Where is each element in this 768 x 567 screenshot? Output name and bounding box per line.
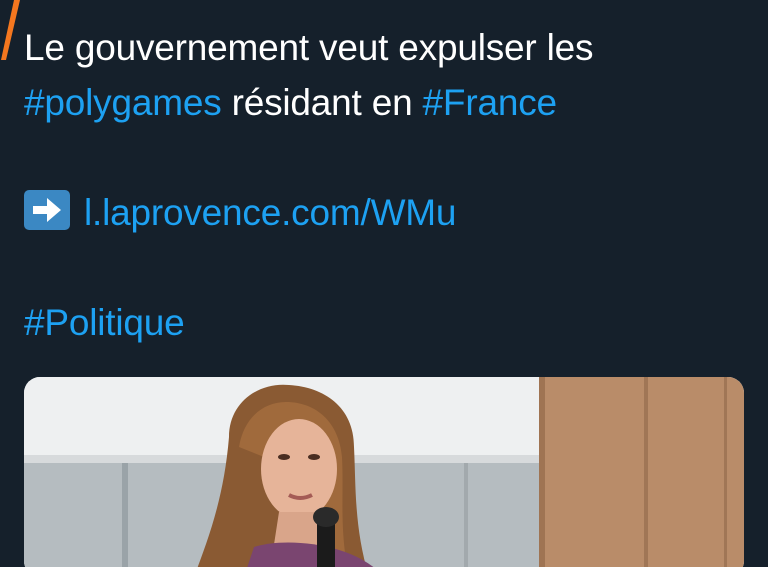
tweet-link-line: l.laprovence.com/WMu [24, 185, 744, 240]
tweet-text-residant: résidant en [221, 82, 423, 123]
hashtag-polygames-link[interactable]: #polygames [24, 82, 222, 123]
tweet-line-2: #polygames résidant en #France [24, 75, 744, 130]
right-arrow-emoji-icon [24, 190, 70, 230]
photo-woman-with-microphone [24, 377, 744, 567]
article-link[interactable]: l.laprovence.com/WMu [84, 192, 456, 233]
orange-slash-mark [1, 0, 20, 60]
hashtag-france-link[interactable]: #France [423, 82, 558, 123]
tweet-media-photo[interactable] [24, 377, 744, 567]
hashtag-politique-link[interactable]: #Politique [24, 302, 185, 343]
tweet-text: Le gouvernement veut expulser les #polyg… [24, 20, 744, 350]
tweet-hashtag-line: #Politique [24, 295, 744, 350]
tweet-line-1: Le gouvernement veut expulser les [24, 27, 594, 68]
